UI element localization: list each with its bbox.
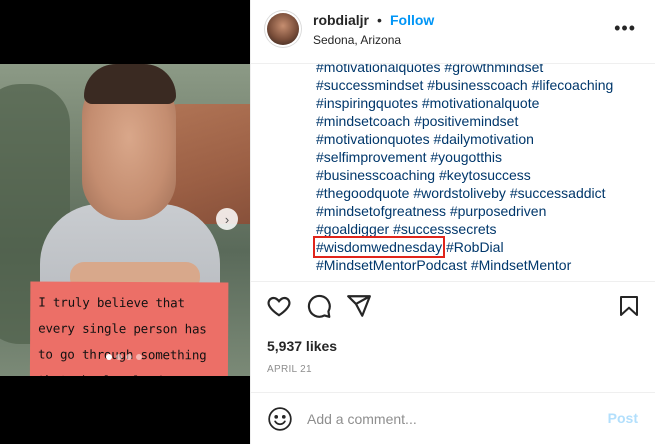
comment-icon: [307, 294, 331, 318]
hashtag-link[interactable]: #yougotthis: [430, 149, 502, 165]
smiley-face-icon: [268, 407, 292, 431]
hashtag-list: #motivationalquotes #growthmindset #succe…: [312, 64, 613, 274]
post-side-panel: robdialjr • Follow Sedona, Arizona ••• #…: [250, 0, 655, 444]
caption-line: #thegoodquote #wordstoliveby #successadd…: [316, 184, 613, 202]
send-icon: [347, 295, 371, 317]
caption-line: #motivationquotes #dailymotivation: [316, 130, 613, 148]
like-button[interactable]: [265, 292, 293, 320]
post-media: I truly believe that every single person…: [0, 0, 250, 444]
post-header: robdialjr • Follow Sedona, Arizona •••: [251, 0, 655, 64]
carousel-dot: [116, 354, 122, 360]
hashtag-link[interactable]: #wisdomwednesday: [312, 236, 446, 258]
hashtag-link[interactable]: #selfimprovement: [316, 149, 427, 165]
hashtag-link[interactable]: #successmindset: [316, 77, 423, 93]
more-horizontal-icon[interactable]: •••: [614, 19, 636, 37]
chevron-right-icon: ›: [224, 211, 230, 227]
hashtag-link[interactable]: #motivationalquotes: [316, 64, 441, 75]
location-link[interactable]: Sedona, Arizona: [313, 33, 401, 47]
handwritten-quote-card: I truly believe that every single person…: [29, 281, 229, 376]
emoji-icon[interactable]: [267, 406, 293, 432]
caption-line: #successmindset #businesscoach #lifecoac…: [316, 76, 613, 94]
caption-area: #motivationalquotes #growthmindset #succe…: [251, 64, 655, 282]
follow-button[interactable]: Follow: [390, 12, 434, 28]
hashtag-link[interactable]: #MindsetMentor: [471, 257, 571, 273]
hashtag-link[interactable]: #mindsetcoach: [316, 113, 410, 129]
carousel-next-button[interactable]: ›: [216, 208, 238, 230]
hashtag-link[interactable]: #mindsetofgreatness: [316, 203, 446, 219]
avatar[interactable]: [267, 13, 299, 45]
person-hair: [84, 64, 176, 104]
comment-bar: Post: [251, 392, 655, 444]
hashtag-link[interactable]: #goaldigger: [316, 221, 389, 237]
hashtag-link[interactable]: #thegoodquote: [316, 185, 409, 201]
action-bar: [251, 292, 655, 326]
hashtag-link[interactable]: #MindsetMentorPodcast: [316, 257, 467, 273]
hashtag-link[interactable]: #growthmindset: [444, 64, 543, 75]
caption-line: #MindsetMentorPodcast #MindsetMentor: [316, 256, 613, 274]
caption-line: #goaldigger #successsecrets: [316, 220, 613, 238]
hashtag-link[interactable]: #businesscoaching: [316, 167, 435, 183]
share-button[interactable]: [345, 292, 373, 320]
hashtag-link[interactable]: #purposedriven: [450, 203, 547, 219]
caption-line: #wisdomwednesday #RobDial: [312, 236, 613, 258]
post-photo: I truly believe that every single person…: [0, 64, 250, 376]
hashtag-link[interactable]: #businesscoach: [427, 77, 527, 93]
username-link[interactable]: robdialjr: [313, 12, 369, 28]
post-comment-button[interactable]: Post: [608, 410, 638, 426]
hashtag-link[interactable]: #lifecoaching: [532, 77, 614, 93]
hashtag-link[interactable]: #dailymotivation: [434, 131, 534, 147]
hashtag-link[interactable]: #keytosuccess: [439, 167, 531, 183]
dot-separator: •: [377, 12, 382, 28]
carousel-dots: [106, 354, 142, 360]
carousel-dot: [106, 354, 112, 360]
caption-line: #mindsetofgreatness #purposedriven: [316, 202, 613, 220]
hashtag-link[interactable]: #positivemindset: [414, 113, 518, 129]
caption-line: #mindsetcoach #positivemindset: [316, 112, 613, 130]
save-button[interactable]: [615, 292, 643, 320]
comment-button[interactable]: [305, 292, 333, 320]
hashtag-link[interactable]: #successsecrets: [393, 221, 496, 237]
hashtag-link[interactable]: #inspiringquotes: [316, 95, 418, 111]
post-date[interactable]: APRIL 21: [267, 364, 312, 375]
caption-line: #selfimprovement #yougotthis: [316, 148, 613, 166]
hashtag-link[interactable]: #successaddict: [510, 185, 606, 201]
hashtag-link[interactable]: #motivationalquote: [422, 95, 540, 111]
hashtag-link[interactable]: #wordstoliveby: [413, 185, 506, 201]
heart-icon: [267, 296, 291, 317]
carousel-dot: [126, 354, 132, 360]
caption-line: #motivationalquotes #growthmindset: [316, 64, 613, 76]
likes-count[interactable]: 5,937 likes: [267, 338, 337, 354]
bookmark-icon: [620, 296, 638, 316]
quote-text: I truly believe that every single person…: [37, 294, 214, 376]
carousel-dot: [136, 354, 142, 360]
caption-line: #inspiringquotes #motivationalquote: [316, 94, 613, 112]
caption-line: #businesscoaching #keytosuccess: [316, 166, 613, 184]
hashtag-link[interactable]: #motivationquotes: [316, 131, 430, 147]
hashtag-link[interactable]: #RobDial: [446, 239, 504, 255]
comment-input[interactable]: [307, 409, 587, 429]
